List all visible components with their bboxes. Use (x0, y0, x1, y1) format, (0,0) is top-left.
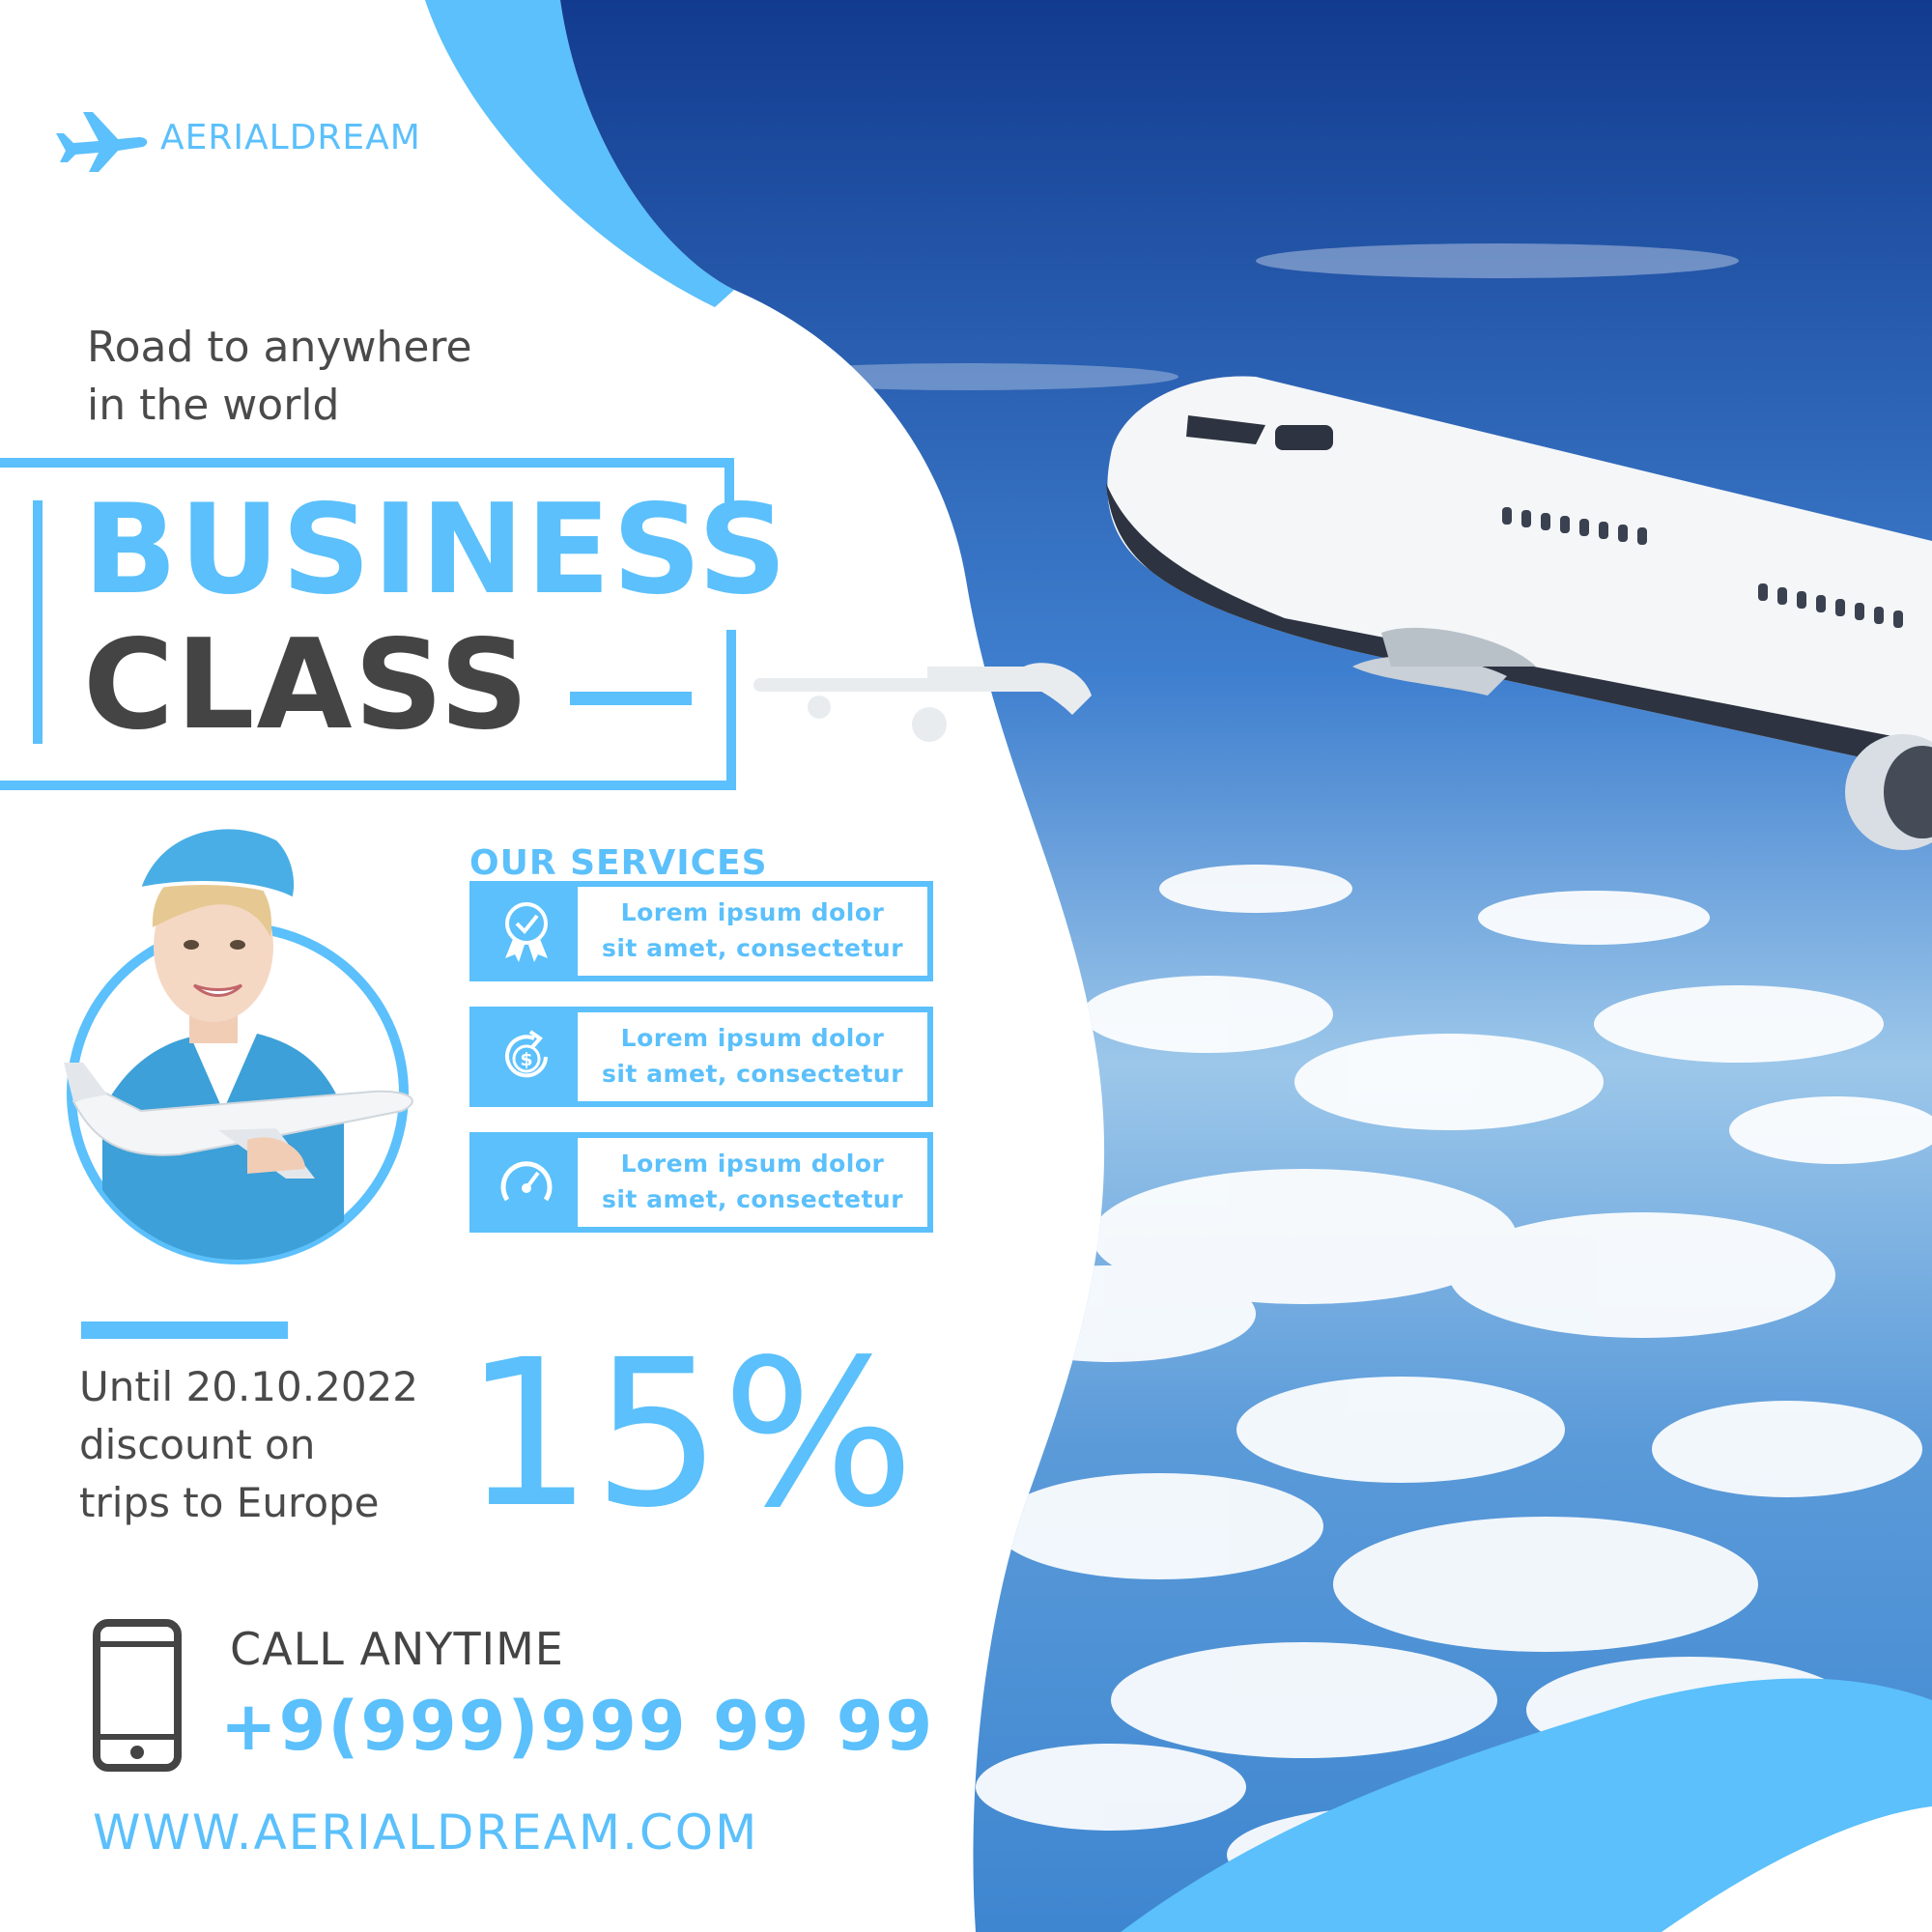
offer-text: Until 20.10.2022 discount on trips to Eu… (79, 1358, 446, 1532)
service-1-text: Lorem ipsum dolor sit amet, consectetur (578, 895, 927, 966)
service-1-line-2: sit amet, consectetur (601, 934, 904, 962)
service-2-line-2: sit amet, consectetur (601, 1060, 904, 1088)
call-anytime-label: CALL ANYTIME (230, 1623, 564, 1675)
offer-accent-bar (81, 1321, 288, 1339)
frame-left-line (33, 500, 43, 744)
service-3-text: Lorem ipsum dolor sit amet, consectetur (578, 1146, 927, 1217)
services-title: OUR SERVICES (469, 843, 768, 883)
headline-business: BUSINESS (83, 478, 789, 622)
service-2-text: Lorem ipsum dolor sit amet, consectetur (578, 1020, 927, 1092)
service-card-3[interactable]: Lorem ipsum dolor sit amet, consectetur (469, 1132, 933, 1233)
flyer: AERIALDREAM Road to anywhere in the worl… (0, 0, 1932, 1932)
offer-line-3: trips to Europe (79, 1479, 380, 1526)
service-card-1[interactable]: Lorem ipsum dolor sit amet, consectetur (469, 881, 933, 981)
tagline-line-2: in the world (87, 381, 340, 430)
tagline: Road to anywhere in the world (87, 319, 589, 435)
offer-line-1: Until 20.10.2022 (79, 1363, 418, 1410)
frame-top-line (0, 458, 734, 468)
service-1-line-1: Lorem ipsum dolor (620, 898, 885, 926)
phone-number[interactable]: +9(999)999 99 99 (220, 1687, 934, 1766)
brand-name: AERIALDREAM (160, 118, 421, 157)
headline-class: CLASS (83, 613, 531, 757)
speedometer-icon (500, 1161, 553, 1202)
flight-attendant-photo (64, 829, 413, 1264)
dollar-refresh-icon: $ (505, 1030, 548, 1078)
frame-right-line (726, 630, 736, 790)
smartphone-icon (93, 1619, 182, 1772)
service-3-line-2: sit amet, consectetur (601, 1185, 904, 1213)
service-3-line-1: Lorem ipsum dolor (620, 1150, 885, 1178)
service-card-2[interactable]: $ Lorem ipsum dolor sit amet, consectetu… (469, 1007, 933, 1107)
svg-text:$: $ (520, 1049, 532, 1070)
award-badge-icon (505, 902, 548, 962)
brand-logo[interactable]: AERIALDREAM (54, 104, 420, 172)
offer-line-2: discount on (79, 1421, 316, 1468)
website-link[interactable]: WWW.AERIALDREAM.COM (93, 1804, 758, 1861)
airplane-icon (56, 112, 148, 172)
frame-bottom-line (0, 781, 736, 790)
service-2-line-1: Lorem ipsum dolor (620, 1024, 885, 1052)
tagline-line-1: Road to anywhere (87, 323, 472, 372)
discount-value: 15% (464, 1316, 915, 1552)
class-dash (570, 692, 692, 705)
